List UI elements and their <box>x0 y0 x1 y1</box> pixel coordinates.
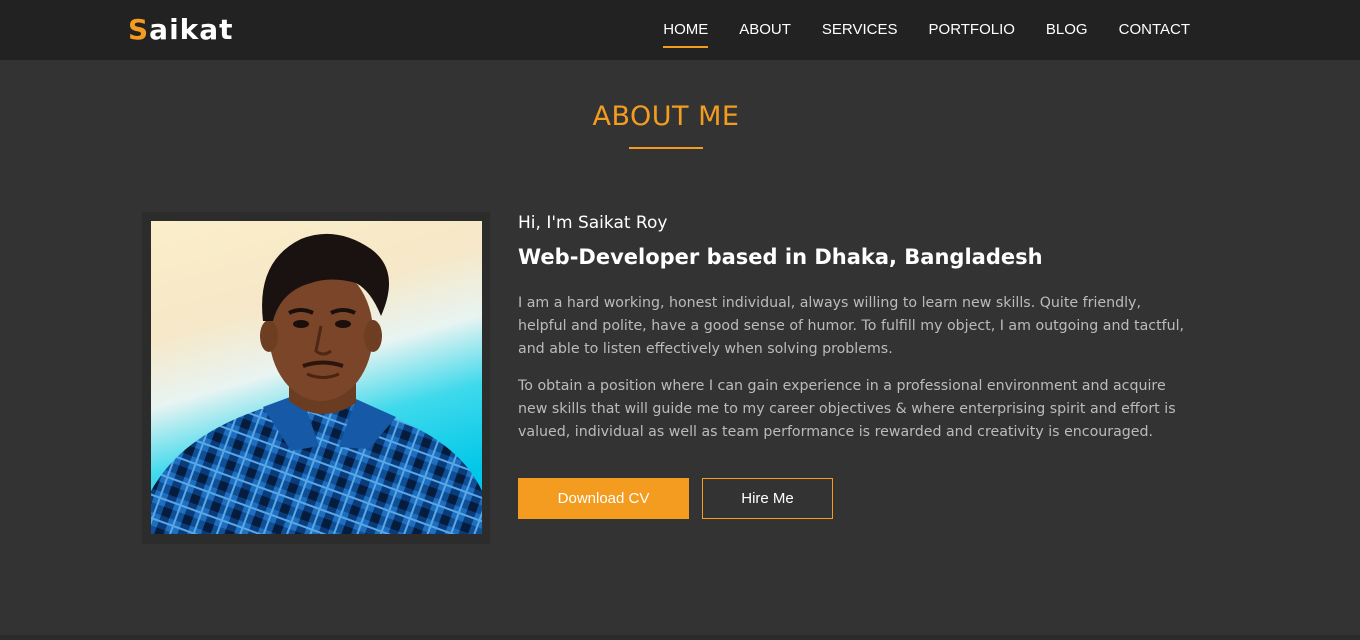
objective-paragraph: To obtain a position where I can gain ex… <box>518 378 1176 440</box>
nav-about-link[interactable]: ABOUT <box>739 20 791 40</box>
nav-portfolio-link[interactable]: PORTFOLIO <box>929 20 1015 40</box>
greeting-text: Hi, I'm Saikat Roy <box>518 213 668 233</box>
headline-text: Web-Developer based in Dhaka, Bangladesh <box>518 245 1043 269</box>
hire-me-button[interactable]: Hire Me <box>702 478 833 519</box>
logo-text: aikat <box>149 13 234 46</box>
nav-contact-link[interactable]: CONTACT <box>1119 20 1190 40</box>
nav-home-link[interactable]: HOME <box>663 20 709 48</box>
site-logo[interactable]: Saikat <box>128 12 234 48</box>
title-underline <box>629 147 703 149</box>
about-paragraph: I am a hard working, honest individual, … <box>518 295 1185 357</box>
download-cv-button[interactable]: Download CV <box>518 478 689 519</box>
logo-accent-letter: S <box>128 13 150 46</box>
nav-services-link[interactable]: SERVICES <box>822 20 898 40</box>
section-divider <box>0 635 1360 640</box>
main-nav: HOME ABOUT SERVICES PORTFOLIO BLOG CONTA… <box>663 0 1190 60</box>
profile-photo <box>151 221 482 534</box>
section-title: ABOUT ME <box>592 101 740 132</box>
nav-blog-link[interactable]: BLOG <box>1046 20 1088 40</box>
navbar: Saikat HOME ABOUT SERVICES PORTFOLIO BLO… <box>0 0 1360 60</box>
